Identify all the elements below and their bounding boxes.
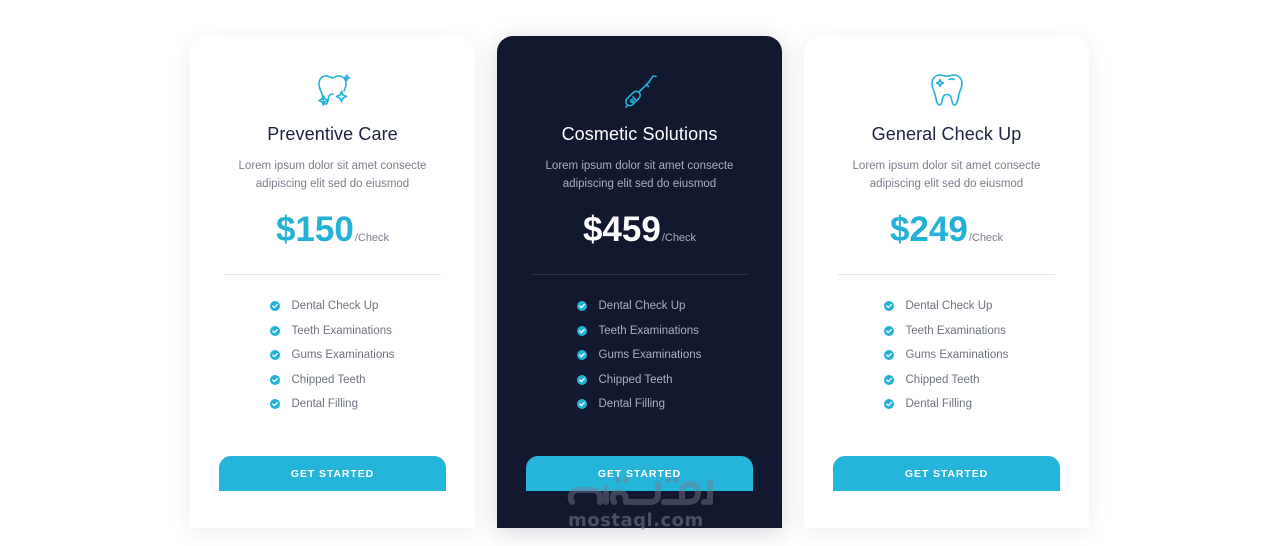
pricing-card-general-check-up: General Check Up Lorem ipsum dolor sit a… — [804, 36, 1089, 528]
feature-item: Dental Check Up — [883, 294, 1010, 319]
feature-text: Chipped Teeth — [598, 373, 673, 386]
feature-item: Dental Check Up — [269, 294, 396, 319]
check-circle-icon — [576, 301, 587, 312]
feature-text: Dental Filling — [598, 398, 665, 411]
feature-item: Dental Filling — [269, 392, 396, 417]
feature-list: Dental Check Up Teeth Examinations Gums … — [190, 294, 475, 417]
plan-price: $459 — [582, 210, 661, 249]
check-circle-icon — [883, 350, 894, 361]
pricing-section: Preventive Care Lorem ipsum dolor sit am… — [0, 0, 1280, 546]
price-row: $150 /Check — [190, 208, 475, 252]
get-started-button[interactable]: GET STARTED — [833, 456, 1060, 491]
plan-title: General Check Up — [871, 124, 1022, 144]
divider — [531, 274, 748, 275]
feature-text: Teeth Examinations — [291, 324, 392, 337]
check-circle-icon — [883, 374, 894, 385]
feature-text: Teeth Examinations — [598, 324, 699, 337]
check-circle-icon — [576, 374, 587, 385]
check-circle-icon — [269, 325, 280, 336]
feature-text: Teeth Examinations — [905, 324, 1006, 337]
check-circle-icon — [883, 399, 894, 410]
check-circle-icon — [576, 325, 587, 336]
pricing-card-cosmetic-solutions: Cosmetic Solutions Lorem ipsum dolor sit… — [497, 36, 782, 528]
feature-list: Dental Check Up Teeth Examinations Gums … — [804, 294, 1089, 417]
clean-tooth-icon — [804, 70, 1089, 110]
feature-item: Teeth Examinations — [269, 319, 396, 344]
feature-item: Dental Filling — [883, 392, 1010, 417]
check-circle-icon — [269, 399, 280, 410]
plan-period: /Check — [661, 232, 697, 244]
feature-text: Gums Examinations — [598, 349, 702, 362]
plan-price: $150 — [275, 210, 354, 249]
feature-text: Dental Filling — [905, 398, 972, 411]
feature-text: Chipped Teeth — [905, 373, 980, 386]
check-circle-icon — [269, 301, 280, 312]
check-circle-icon — [883, 325, 894, 336]
feature-text: Gums Examinations — [291, 349, 395, 362]
sparkling-tooth-icon — [190, 70, 475, 110]
get-started-button[interactable]: GET STARTED — [219, 456, 446, 491]
feature-text: Gums Examinations — [905, 349, 1009, 362]
check-circle-icon — [576, 350, 587, 361]
feature-item: Dental Check Up — [576, 294, 703, 319]
price-row: $249 /Check — [804, 208, 1089, 252]
feature-text: Dental Filling — [291, 398, 358, 411]
check-circle-icon — [576, 399, 587, 410]
feature-text: Chipped Teeth — [291, 373, 366, 386]
feature-item: Dental Filling — [576, 392, 703, 417]
dental-drill-icon — [497, 70, 782, 110]
divider — [838, 274, 1055, 275]
check-circle-icon — [269, 374, 280, 385]
plan-period: /Check — [968, 232, 1004, 244]
plan-title: Preventive Care — [267, 124, 398, 144]
get-started-button[interactable]: GET STARTED — [526, 456, 753, 491]
pricing-card-preventive-care: Preventive Care Lorem ipsum dolor sit am… — [190, 36, 475, 528]
feature-text: Dental Check Up — [598, 300, 686, 313]
feature-item: Chipped Teeth — [883, 368, 1010, 393]
plan-description: Lorem ipsum dolor sit amet consecte adip… — [238, 160, 427, 190]
plan-description: Lorem ipsum dolor sit amet consecte adip… — [852, 160, 1041, 190]
plan-title: Cosmetic Solutions — [561, 124, 718, 144]
feature-item: Gums Examinations — [883, 343, 1010, 368]
plan-price: $249 — [889, 210, 968, 249]
plan-period: /Check — [354, 232, 390, 244]
feature-item: Chipped Teeth — [269, 368, 396, 393]
plan-description: Lorem ipsum dolor sit amet consecte adip… — [545, 160, 734, 190]
feature-item: Teeth Examinations — [883, 319, 1010, 344]
feature-item: Gums Examinations — [576, 343, 703, 368]
price-row: $459 /Check — [497, 208, 782, 252]
check-circle-icon — [883, 301, 894, 312]
check-circle-icon — [269, 350, 280, 361]
feature-list: Dental Check Up Teeth Examinations Gums … — [497, 294, 782, 417]
feature-text: Dental Check Up — [905, 300, 993, 313]
divider — [224, 274, 441, 275]
feature-item: Teeth Examinations — [576, 319, 703, 344]
feature-text: Dental Check Up — [291, 300, 379, 313]
feature-item: Chipped Teeth — [576, 368, 703, 393]
feature-item: Gums Examinations — [269, 343, 396, 368]
